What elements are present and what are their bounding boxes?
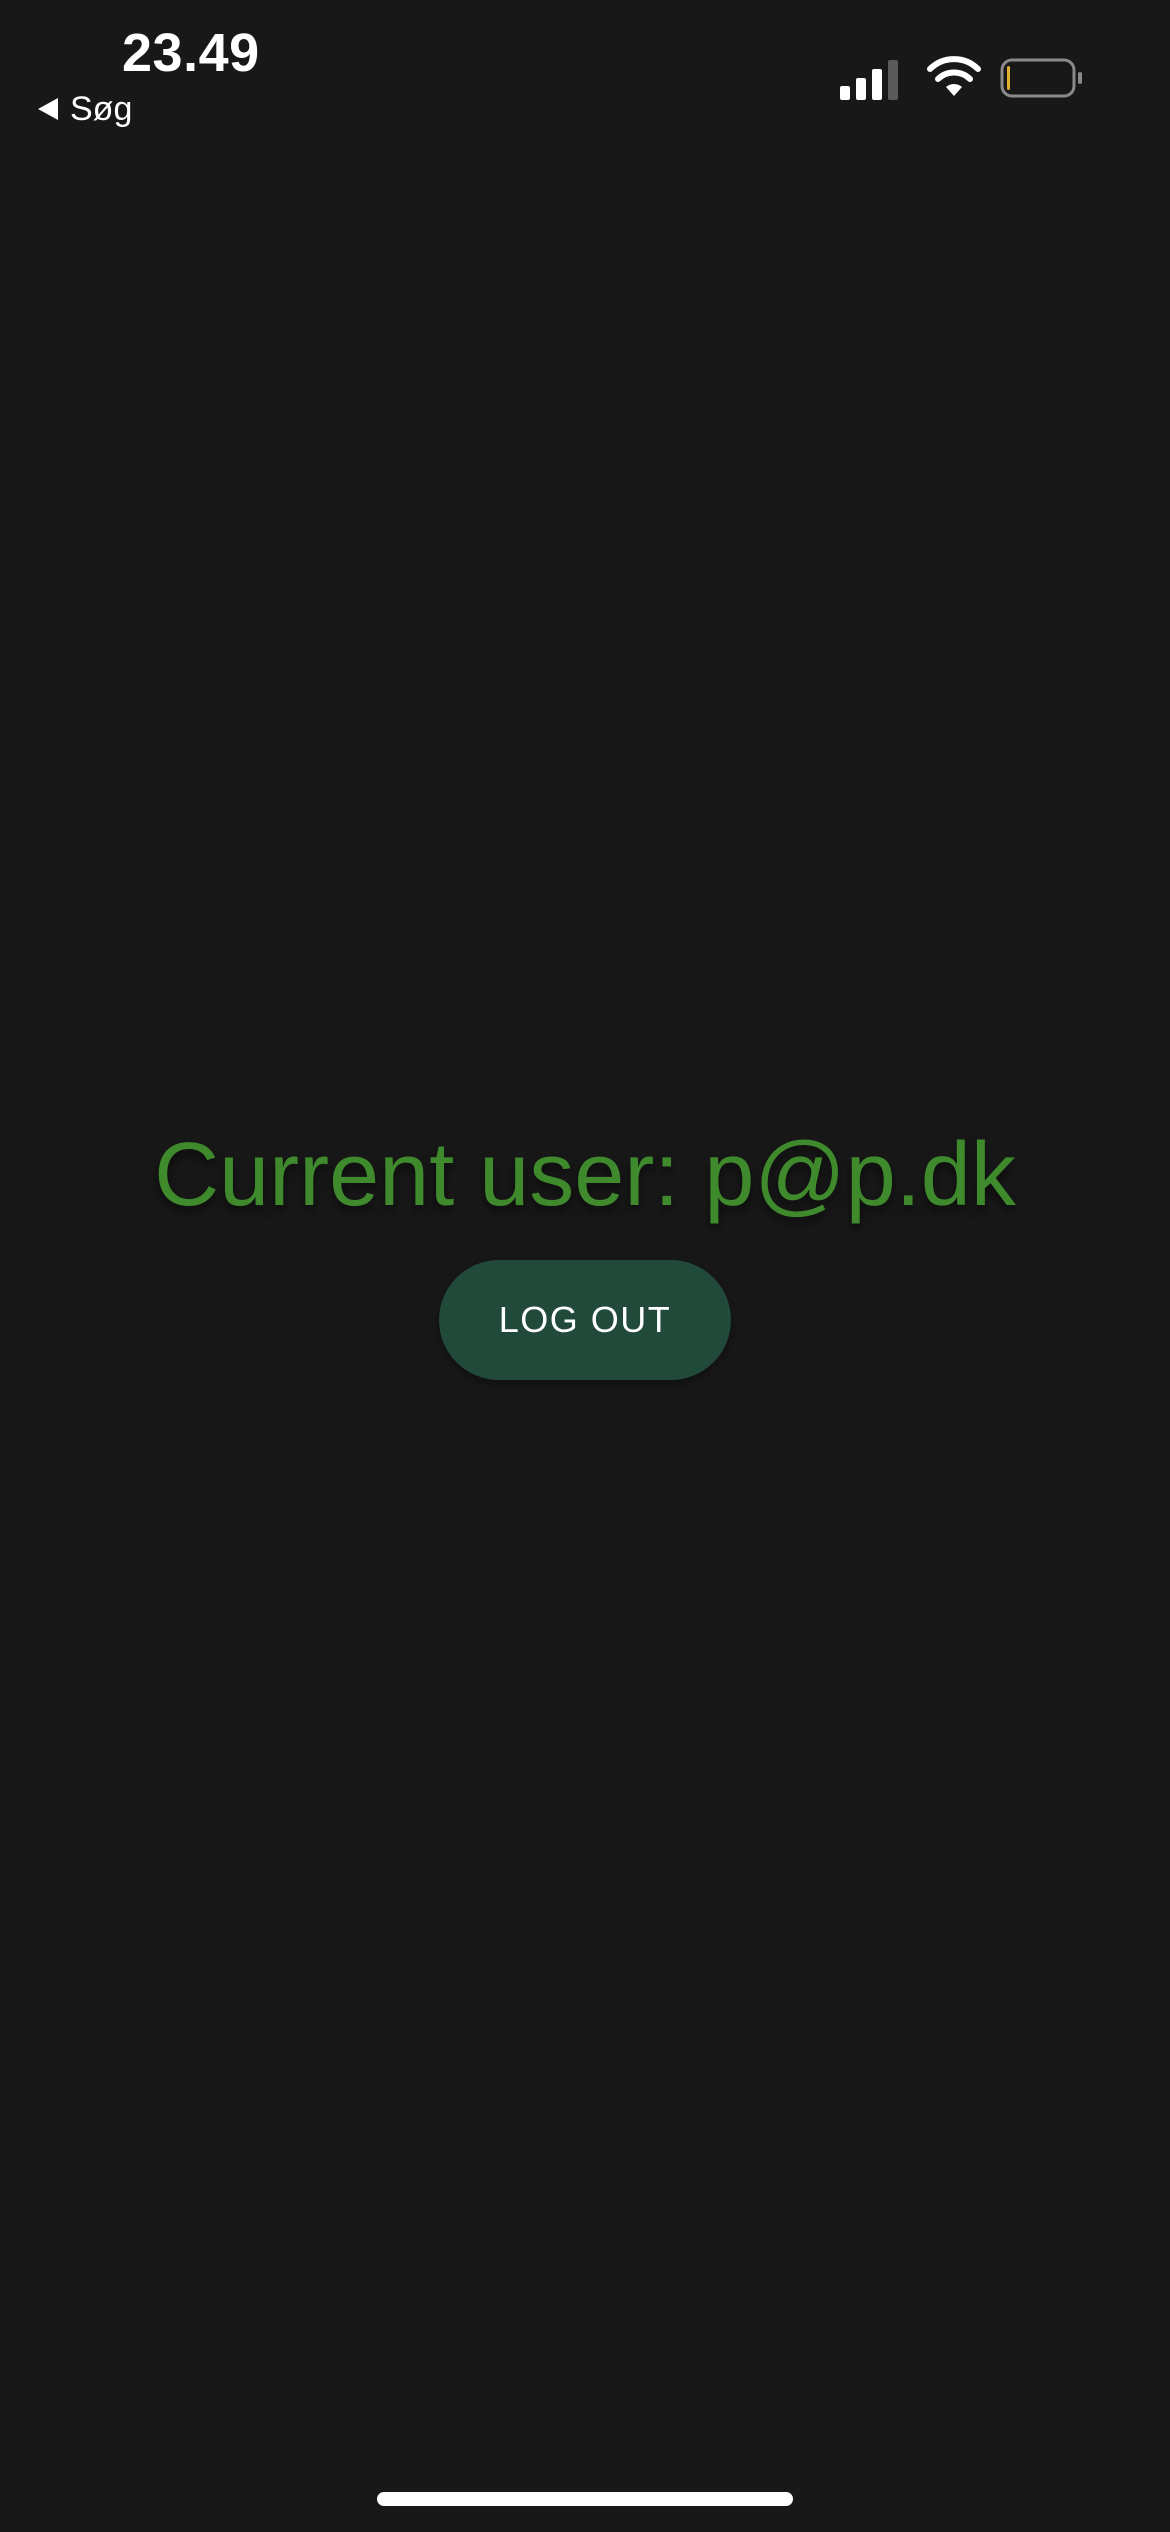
battery-low-icon <box>1000 58 1082 98</box>
main-content: Current user: p@p.dk LOG OUT <box>0 1120 1170 1380</box>
status-time: 23.49 <box>122 23 260 83</box>
home-indicator[interactable] <box>377 2492 793 2506</box>
back-to-search-link[interactable]: Søg <box>38 88 132 130</box>
current-user-label: Current user: p@p.dk <box>154 1125 1016 1225</box>
status-bar: 23.49 Søg <box>0 0 1170 150</box>
logout-button[interactable]: LOG OUT <box>439 1260 731 1380</box>
cellular-signal-icon <box>840 60 898 100</box>
back-arrow-icon <box>38 98 58 120</box>
status-indicators <box>840 52 1170 102</box>
back-label: Søg <box>70 90 133 128</box>
wifi-icon <box>927 56 981 96</box>
